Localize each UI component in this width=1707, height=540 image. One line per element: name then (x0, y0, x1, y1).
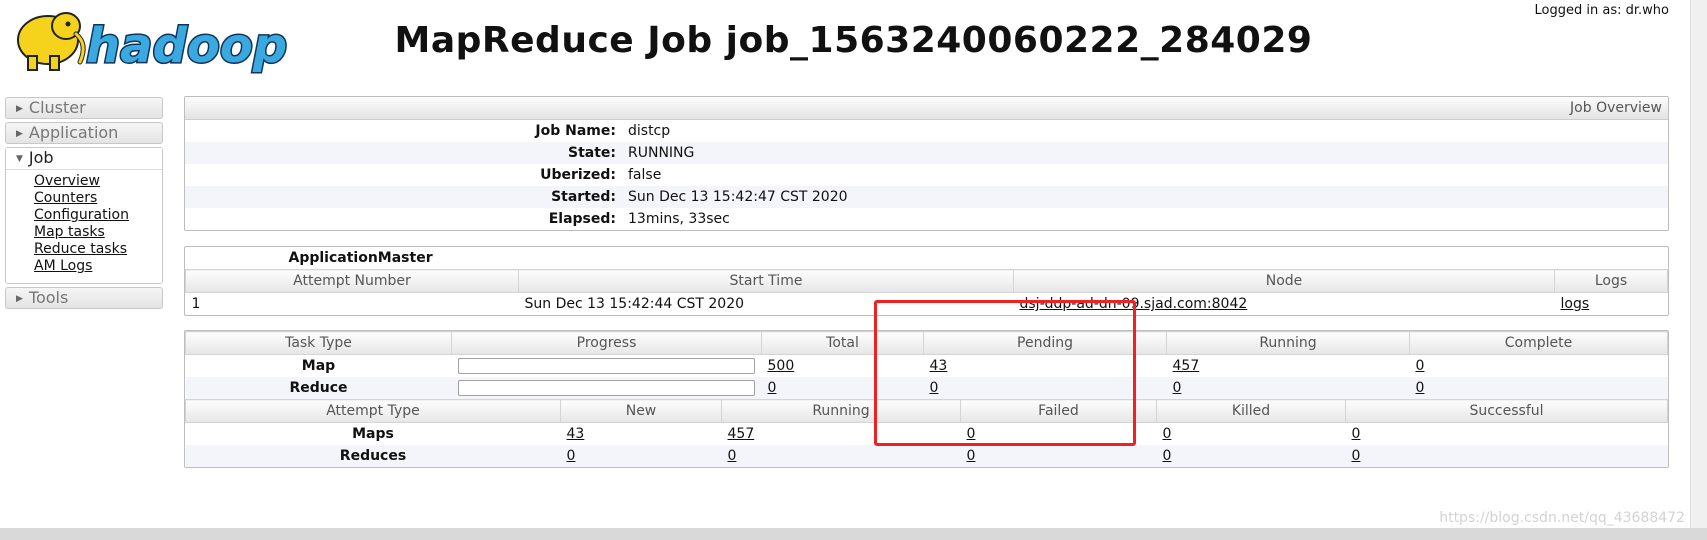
maps-failed-link[interactable]: 0 (967, 426, 976, 442)
nav-job-label: Job (28, 148, 54, 167)
am-start-time: Sun Dec 13 15:42:44 CST 2020 (524, 296, 745, 312)
nav-tools-label: Tools (28, 288, 69, 307)
reduces-failed-link[interactable]: 0 (967, 448, 976, 464)
task-type-reduce: Reduce (185, 377, 452, 399)
triangle-right-icon: ▶ (16, 104, 23, 114)
am-col-attempt: Attempt Number (185, 269, 519, 293)
am-logs-link[interactable]: logs (1561, 296, 1590, 312)
maps-new-link[interactable]: 43 (567, 426, 585, 442)
table-row: Reduces 0 0 0 0 0 (185, 445, 1668, 467)
application-master-table: ApplicationMaster Attempt Number Start T… (185, 247, 1668, 315)
reduce-complete-link[interactable]: 0 (1416, 380, 1425, 396)
attempts-col-type: Attempt Type (185, 399, 561, 423)
reduces-new-link[interactable]: 0 (567, 448, 576, 464)
state-label: State: (185, 142, 622, 164)
map-pending-link[interactable]: 43 (930, 358, 948, 374)
tasks-col-running: Running (1166, 331, 1410, 355)
nav-tools[interactable]: ▶ Tools (5, 287, 163, 309)
vertical-scrollbar[interactable] (1690, 0, 1707, 528)
tasks-col-pending: Pending (923, 331, 1167, 355)
table-row: Map 500 43 457 0 (186, 355, 1668, 378)
application-master-panel: ApplicationMaster Attempt Number Start T… (184, 246, 1669, 316)
attempt-type-maps: Maps (352, 426, 394, 442)
maps-successful-link[interactable]: 0 (1352, 426, 1361, 442)
nav-job-counters[interactable]: Counters (34, 190, 97, 206)
tasks-col-total: Total (761, 331, 924, 355)
watermark: https://blog.csdn.net/qq_43688472 (1439, 510, 1685, 526)
am-node-link[interactable]: dsj-ddp-ad-dn-09.sjad.com:8042 (1020, 296, 1248, 312)
elapsed-value: 13mins, 33sec (628, 211, 730, 227)
task-type-map: Map (301, 358, 336, 374)
job-name-value: distcp (628, 123, 671, 139)
state-value: RUNNING (622, 142, 1668, 164)
triangle-right-icon: ▶ (16, 129, 23, 139)
job-overview-panel: Job Overview Job Name: distcp State: RUNNI… (184, 96, 1669, 231)
nav-job[interactable]: ▼ Job (6, 148, 162, 170)
attempts-col-failed: Failed (960, 399, 1157, 423)
table-row: 1 Sun Dec 13 15:42:44 CST 2020 dsj-ddp-a… (186, 293, 1668, 316)
sidebar-nav: ▶ Cluster ▶ Application ▼ Job Overview Coun… (5, 97, 163, 312)
reduces-successful-link[interactable]: 0 (1352, 448, 1361, 464)
started-label: Started: (185, 186, 622, 208)
reduces-killed-link[interactable]: 0 (1163, 448, 1172, 464)
tasks-col-type: Task Type (185, 331, 452, 355)
triangle-down-icon: ▼ (16, 154, 23, 164)
uberized-label: Uberized: (540, 167, 616, 183)
reduce-progress-bar (457, 380, 755, 396)
map-running-link[interactable]: 457 (1173, 358, 1200, 374)
elapsed-label: Elapsed: (548, 211, 616, 227)
nav-cluster-label: Cluster (28, 98, 86, 117)
triangle-right-icon: ▶ (16, 294, 23, 304)
am-col-logs: Logs (1554, 269, 1668, 293)
table-row: Maps 43 457 0 0 0 (186, 423, 1668, 446)
map-total-link[interactable]: 500 (768, 358, 795, 374)
reduce-running-link[interactable]: 0 (1173, 380, 1182, 396)
tasks-table: Task Type Progress Total Pending Running… (185, 331, 1668, 399)
nav-application-label: Application (28, 123, 119, 142)
maps-killed-link[interactable]: 0 (1163, 426, 1172, 442)
horizontal-scrollbar[interactable] (0, 528, 1707, 540)
table-row: Reduce 0 0 0 0 (185, 377, 1668, 399)
nav-job-section: ▼ Job Overview Counters Configuration Map… (5, 147, 163, 284)
nav-application[interactable]: ▶ Application (5, 122, 163, 144)
reduce-total-link[interactable]: 0 (768, 380, 777, 396)
reduce-pending-link[interactable]: 0 (930, 380, 939, 396)
job-name-label: Job Name: (535, 123, 616, 139)
attempts-col-running: Running (721, 399, 961, 423)
reduces-running-link[interactable]: 0 (728, 448, 737, 464)
attempts-col-successful: Successful (1345, 399, 1668, 423)
started-value: Sun Dec 13 15:42:47 CST 2020 (622, 186, 1668, 208)
map-complete-link[interactable]: 0 (1416, 358, 1425, 374)
nav-cluster[interactable]: ▶ Cluster (5, 97, 163, 119)
nav-job-configuration[interactable]: Configuration (34, 207, 129, 223)
uberized-value: false (628, 167, 662, 183)
job-overview-header: Job Overview (185, 97, 1668, 120)
tasks-panel: Task Type Progress Total Pending Running… (184, 330, 1669, 468)
page-title: MapReduce Job job_1563240060222_284029 (394, 20, 1313, 61)
attempts-col-new: New (560, 399, 722, 423)
am-col-start: Start Time (518, 269, 1014, 293)
maps-running-link[interactable]: 457 (728, 426, 755, 442)
attempt-type-reduces: Reduces (185, 445, 561, 467)
tasks-col-progress: Progress (451, 331, 762, 355)
am-col-node: Node (1013, 269, 1555, 293)
map-progress-bar (457, 358, 755, 374)
attempts-table: Attempt Type New Running Failed Killed S… (185, 399, 1668, 467)
attempts-col-killed: Killed (1156, 399, 1346, 423)
am-title: ApplicationMaster (288, 250, 433, 266)
nav-job-am-logs[interactable]: AM Logs (34, 258, 92, 274)
nav-job-map-tasks[interactable]: Map tasks (34, 224, 105, 240)
am-attempt: 1 (191, 296, 201, 312)
nav-job-reduce-tasks[interactable]: Reduce tasks (34, 241, 127, 257)
tasks-col-complete: Complete (1409, 331, 1668, 355)
job-overview-table: Job Overview Job Name: distcp State: RUNNI… (185, 97, 1668, 230)
logged-in-status: Logged in as: dr.who (1534, 3, 1669, 18)
nav-job-overview[interactable]: Overview (34, 173, 100, 189)
